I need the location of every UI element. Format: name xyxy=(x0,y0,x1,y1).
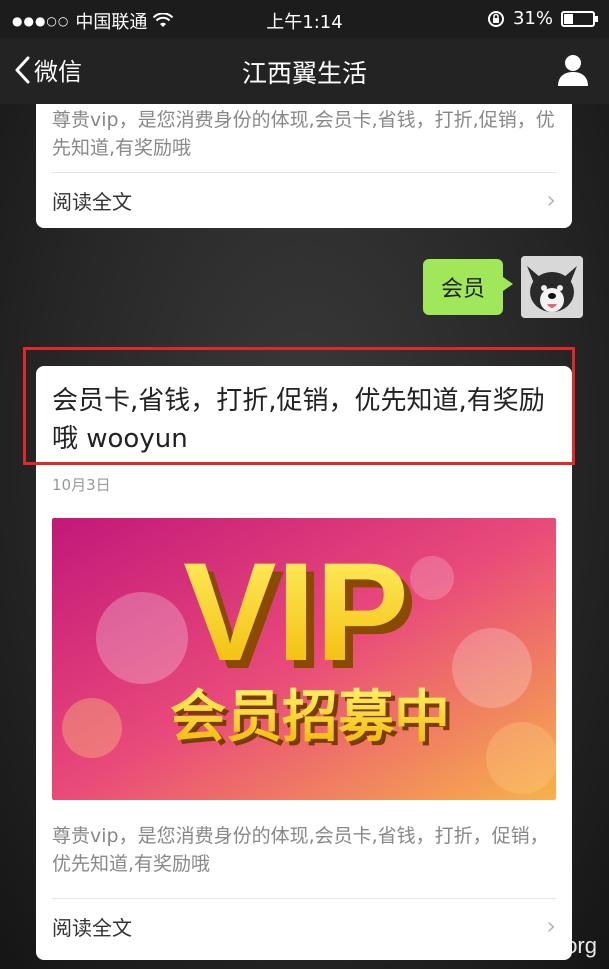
arrow-right-icon: › xyxy=(546,186,556,214)
highlight-box xyxy=(23,347,575,465)
chat-area[interactable]: 尊贵vip，是您消费身份的体现,会员卡,省钱，打折,促销，优先知道,有奖励哦 阅… xyxy=(0,104,609,969)
status-right: 31% xyxy=(487,8,598,29)
article-description: 尊贵vip，是您消费身份的体现,会员卡,省钱，打折,促销，优先知道,有奖励哦 xyxy=(52,109,555,159)
nav-bar: 微信 江西翼生活 xyxy=(0,38,609,104)
vip-cover-graphic: VIP VIP 会员招募中 会员招募中 xyxy=(52,518,556,800)
battery-icon xyxy=(561,10,598,27)
article-card-previous[interactable]: 尊贵vip，是您消费身份的体现,会员卡,省钱，打折,促销，优先知道,有奖励哦 阅… xyxy=(36,104,572,228)
watermark: www.wooyun.org xyxy=(430,933,597,958)
rotation-lock-icon xyxy=(487,10,504,27)
read-more-row[interactable]: 阅读全文 › xyxy=(52,172,556,227)
message-bubble[interactable]: 会员 xyxy=(422,259,514,315)
article-description: 尊贵vip，是您消费身份的体现,会员卡,省钱，打折，促销，优先知道,有奖励哦 xyxy=(52,825,549,875)
page-title: 江西翼生活 xyxy=(241,59,367,88)
person-icon[interactable] xyxy=(555,52,591,88)
message-text: 会员 xyxy=(440,277,485,302)
battery-percent: 31% xyxy=(512,8,553,29)
read-more-label: 阅读全文 xyxy=(52,189,132,214)
article-cover-image[interactable]: VIP VIP 会员招募中 会员招募中 xyxy=(52,518,556,800)
read-more-label: 阅读全文 xyxy=(52,915,132,940)
cover-subtext: 会员招募中 xyxy=(170,685,450,750)
avatar[interactable] xyxy=(521,256,583,318)
user-message-row: 会员 xyxy=(422,256,583,318)
article-date: 10月3日 xyxy=(52,476,111,494)
status-bar: ●●●○○ 中国联通 上午1:14 31% xyxy=(0,0,609,38)
battery-fill xyxy=(564,13,574,24)
cover-text-main: VIP xyxy=(183,533,409,690)
dog-avatar-image xyxy=(521,256,583,318)
